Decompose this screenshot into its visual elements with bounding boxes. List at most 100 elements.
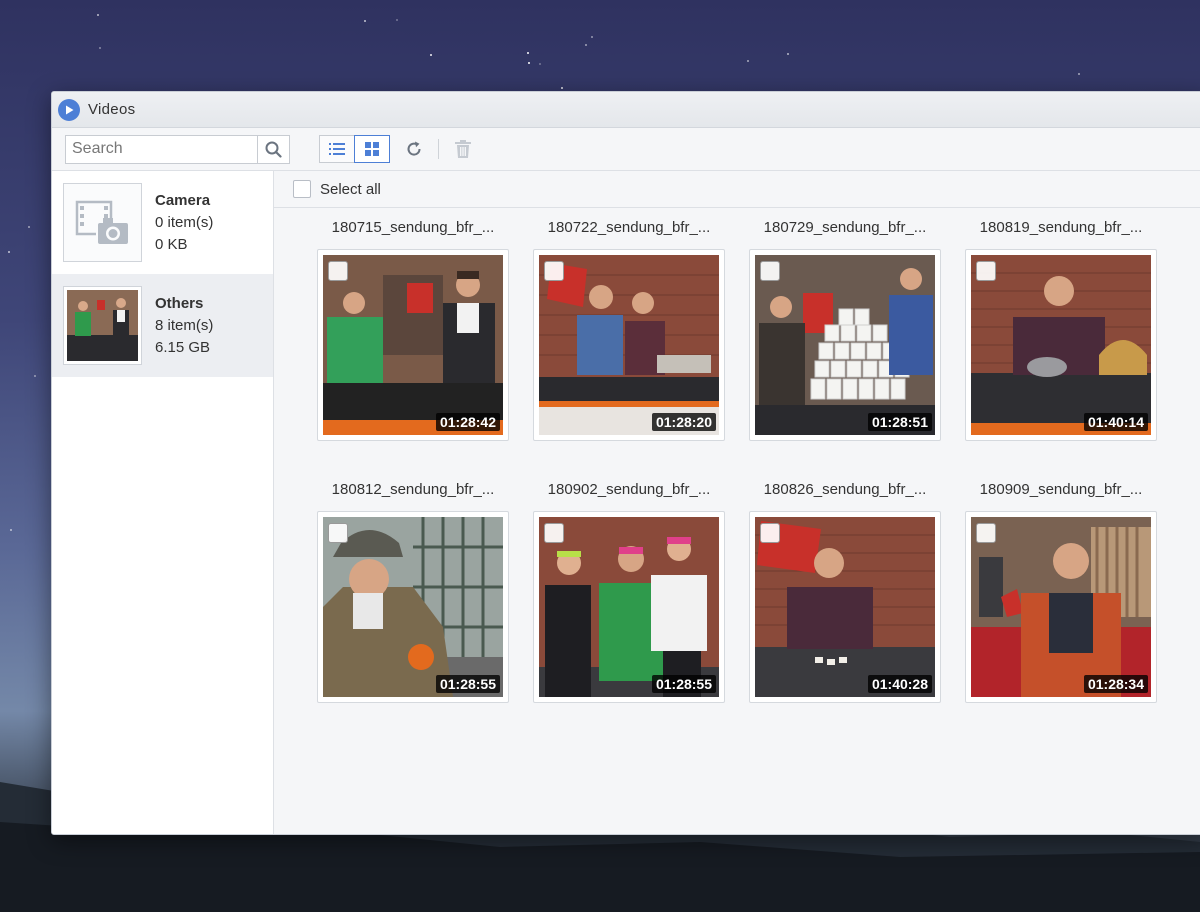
search-box [65, 134, 290, 164]
video-checkbox[interactable] [760, 261, 780, 281]
album-camera[interactable]: Camera 0 item(s) 0 KB [52, 171, 273, 274]
star [10, 529, 12, 531]
video-tile[interactable]: 180909_sendung_bfr_... 01:28:34 [965, 480, 1157, 703]
album-thumbnail [63, 183, 142, 262]
video-checkbox[interactable] [976, 261, 996, 281]
select-all-checkbox[interactable] [293, 180, 311, 198]
video-name: 180729_sendung_bfr_... [763, 219, 927, 236]
video-name: 180715_sendung_bfr_... [331, 219, 495, 236]
star [34, 375, 36, 377]
video-thumbnail: 01:40:28 [755, 517, 935, 697]
video-tile[interactable]: 180729_sendung_bfr_... 01:28:51 [749, 218, 941, 441]
video-thumbnail-frame: 01:28:42 [317, 249, 509, 441]
video-duration: 01:40:14 [1083, 413, 1148, 431]
video-station-app-icon [58, 98, 80, 121]
video-tile[interactable]: 180819_sendung_bfr_... 01:40:14 [965, 218, 1157, 441]
video-thumbnail-frame: 01:40:28 [749, 511, 941, 703]
video-tile[interactable]: 180812_sendung_bfr_... 01:28:55 [317, 480, 509, 703]
select-all-bar: Select all [274, 171, 1200, 208]
video-checkbox[interactable] [328, 523, 348, 543]
video-thumbnail: 01:40:14 [971, 255, 1151, 435]
video-tile[interactable]: 180826_sendung_bfr_... 01:40:28 [749, 480, 941, 703]
star [787, 53, 789, 55]
select-all-label: Select all [320, 180, 381, 198]
video-name: 180909_sendung_bfr_... [979, 481, 1143, 498]
title-bar: Videos [52, 92, 1200, 128]
video-duration: 01:28:55 [435, 675, 500, 693]
view-mode-toggle [319, 135, 390, 163]
star [99, 47, 101, 49]
video-thumbnail: 01:28:55 [323, 517, 503, 697]
star [364, 20, 366, 22]
trash-icon [455, 140, 471, 158]
video-name: 180812_sendung_bfr_... [331, 481, 495, 498]
star [396, 19, 398, 21]
album-thumbnail [63, 286, 142, 365]
video-name: 180722_sendung_bfr_... [547, 219, 711, 236]
videos-window: Videos Search Camera 0 item(s) 0 KB Othe… [51, 91, 1200, 835]
video-thumbnail: 01:28:20 [539, 255, 719, 435]
video-duration: 01:28:42 [435, 413, 500, 431]
video-name: 180826_sendung_bfr_... [763, 481, 927, 498]
video-checkbox[interactable] [328, 261, 348, 281]
video-grid-area: Select all 180715_sendung_bfr_... 01:28:… [274, 171, 1200, 834]
album-count: 0 item(s) [155, 213, 214, 231]
album-name: Camera [155, 191, 211, 209]
toolbar-divider [438, 139, 439, 159]
star [591, 36, 593, 38]
star [527, 52, 529, 54]
star [430, 54, 432, 56]
star [585, 44, 587, 46]
camera-video-placeholder-icon [75, 200, 130, 246]
video-tile[interactable]: 180722_sendung_bfr_... 01:28:20 [533, 218, 725, 441]
star [747, 60, 749, 62]
video-checkbox[interactable] [976, 523, 996, 543]
video-tile[interactable]: 180715_sendung_bfr_... 01:28:42 [317, 218, 509, 441]
video-thumbnail-frame: 01:28:34 [965, 511, 1157, 703]
toolbar [52, 128, 1200, 171]
window-title: Videos [88, 101, 136, 118]
video-duration: 01:28:20 [651, 413, 716, 431]
album-sidebar: Camera 0 item(s) 0 KB Others 8 item(s) 6… [52, 171, 274, 834]
album-size: 0 KB [155, 235, 188, 253]
video-checkbox[interactable] [544, 523, 564, 543]
search-button[interactable] [257, 135, 289, 163]
video-name: 180819_sendung_bfr_... [979, 219, 1143, 236]
star [97, 14, 99, 16]
video-duration: 01:28:51 [867, 413, 932, 431]
video-tile[interactable]: 180902_sendung_bfr_... 01:28:55 [533, 480, 725, 703]
video-thumbnail: 01:28:42 [323, 255, 503, 435]
star [8, 251, 10, 253]
search-input[interactable] [66, 135, 257, 163]
video-duration: 01:28:55 [651, 675, 716, 693]
video-name: 180902_sendung_bfr_... [547, 481, 711, 498]
delete-button[interactable] [451, 135, 475, 163]
video-checkbox[interactable] [760, 523, 780, 543]
video-thumbnail: 01:28:51 [755, 255, 935, 435]
star [1078, 73, 1080, 75]
video-checkbox[interactable] [544, 261, 564, 281]
star [528, 62, 530, 64]
video-thumbnail: 01:28:34 [971, 517, 1151, 697]
video-duration: 01:28:34 [1083, 675, 1148, 693]
video-thumbnail-frame: 01:28:20 [533, 249, 725, 441]
album-name: Others [155, 294, 204, 312]
album-others[interactable]: Others 8 item(s) 6.15 GB [52, 274, 273, 377]
video-thumbnail-frame: 01:28:55 [533, 511, 725, 703]
video-thumbnail: 01:28:55 [539, 517, 719, 697]
video-thumbnail-frame: 01:28:55 [317, 511, 509, 703]
search-icon [265, 141, 282, 158]
star [539, 63, 541, 65]
grid-view-button[interactable] [354, 135, 390, 163]
list-view-button[interactable] [319, 135, 355, 163]
video-thumbnail-frame: 01:28:51 [749, 249, 941, 441]
video-thumbnail-frame: 01:40:14 [965, 249, 1157, 441]
refresh-icon [407, 141, 421, 156]
list-view-icon [329, 143, 345, 155]
album-count: 8 item(s) [155, 316, 214, 334]
video-duration: 01:40:28 [867, 675, 932, 693]
refresh-button[interactable] [402, 135, 426, 163]
grid-view-icon [365, 142, 379, 156]
album-size: 6.15 GB [155, 338, 211, 356]
star [28, 226, 30, 228]
